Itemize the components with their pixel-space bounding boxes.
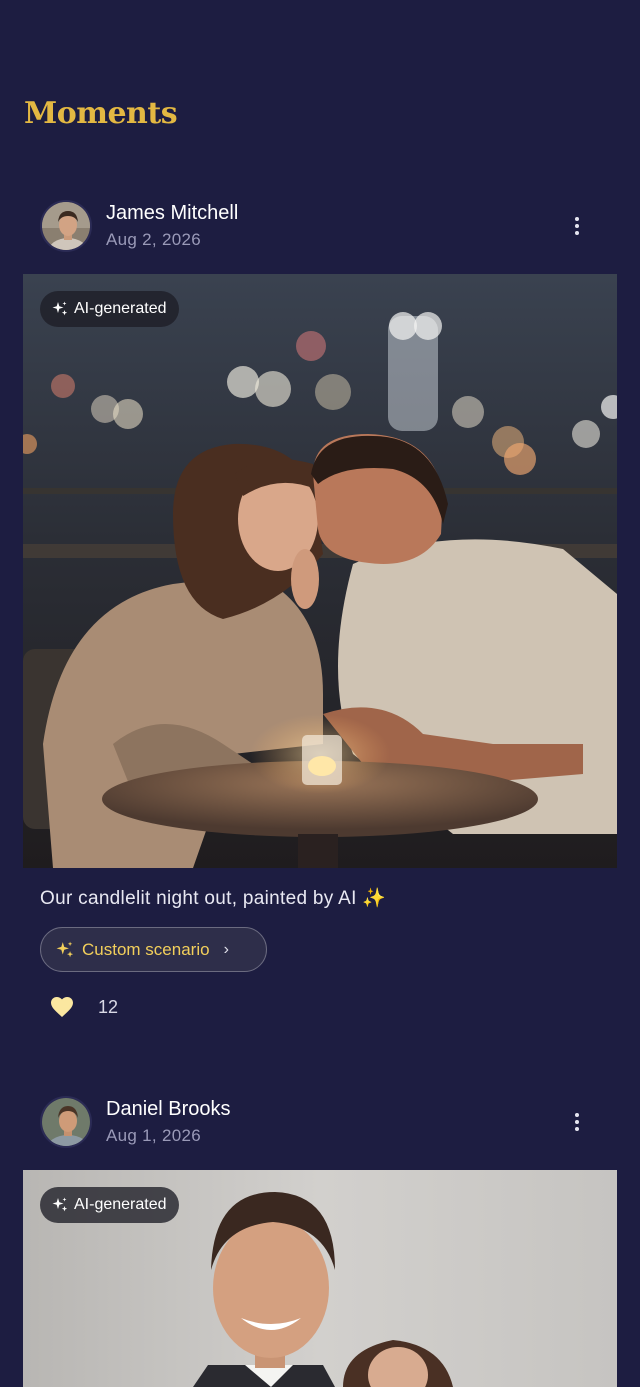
sparkles-icon	[56, 941, 74, 957]
sparkles-icon	[52, 1197, 68, 1212]
chevron-right-icon: ›	[223, 940, 229, 958]
post-card: Daniel Brooks Aug 1, 2026 AI-generated	[0, 1094, 640, 1387]
post-card: James Mitchell Aug 2, 2026 AI-generated …	[0, 198, 640, 1017]
like-row: 12	[50, 996, 118, 1018]
post-image[interactable]: AI-generated	[23, 274, 617, 868]
avatar[interactable]	[40, 200, 92, 252]
avatar[interactable]	[40, 1096, 92, 1148]
custom-scenario-label: Custom scenario	[82, 939, 210, 959]
post-image[interactable]: AI-generated	[23, 1170, 617, 1387]
author-name[interactable]: James Mitchell	[106, 202, 238, 225]
post-date: Aug 2, 2026	[106, 230, 201, 249]
more-options-button[interactable]	[565, 212, 589, 240]
post-caption: Our candlelit night out, painted by AI ✨	[40, 888, 387, 909]
post-date: Aug 1, 2026	[106, 1126, 201, 1145]
sparkles-icon	[52, 301, 68, 316]
more-options-button[interactable]	[565, 1108, 589, 1136]
ai-generated-badge: AI-generated	[40, 291, 179, 327]
author-name[interactable]: Daniel Brooks	[106, 1098, 231, 1121]
like-count: 12	[98, 996, 119, 1017]
heart-icon[interactable]	[50, 996, 74, 1018]
custom-scenario-button[interactable]: Custom scenario ›	[40, 927, 267, 972]
badge-label: AI-generated	[74, 1196, 167, 1213]
post-header: Daniel Brooks Aug 1, 2026	[0, 1094, 640, 1170]
ai-generated-badge: AI-generated	[40, 1187, 179, 1223]
badge-label: AI-generated	[74, 300, 167, 317]
page-title: Moments	[24, 96, 178, 131]
post-header: James Mitchell Aug 2, 2026	[0, 198, 640, 274]
